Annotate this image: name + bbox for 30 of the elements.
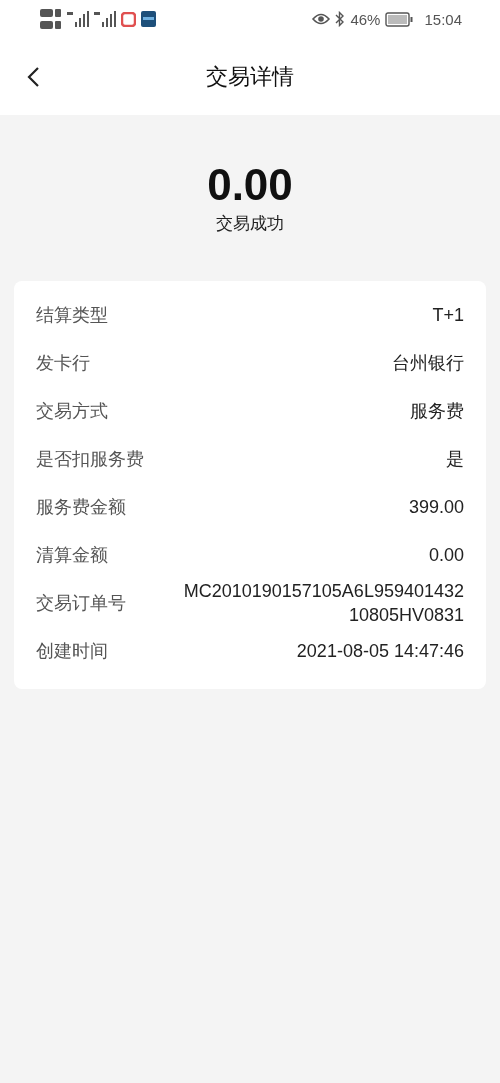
detail-value: 2021-08-05 14:47:46 [296, 640, 464, 663]
back-icon[interactable] [26, 66, 40, 88]
detail-label: 创建时间 [36, 639, 108, 663]
app-notification-icon [121, 11, 136, 27]
app-notification-icon [141, 11, 156, 27]
detail-value: 399.00 [408, 496, 464, 519]
battery-icon [385, 11, 414, 27]
detail-label: 清算金额 [36, 543, 108, 567]
detail-label: 服务费金额 [36, 495, 126, 519]
detail-label: 交易方式 [36, 399, 108, 423]
detail-value: 服务费 [410, 400, 464, 423]
detail-label: 是否扣服务费 [36, 447, 144, 471]
page-title: 交易详情 [206, 62, 294, 91]
battery-percentage: 46% [350, 10, 381, 28]
clock-time: 15:04 [424, 10, 462, 28]
signal-icon [67, 10, 89, 28]
detail-value: MC2010190157105A6L95940143210805HV0831 [182, 580, 464, 627]
detail-label: 结算类型 [36, 303, 108, 327]
transaction-status: 交易成功 [216, 212, 284, 235]
detail-value: 台州银行 [392, 352, 464, 375]
detail-value: 是 [446, 448, 464, 471]
bluetooth-icon [335, 11, 346, 27]
sim-icon [40, 7, 62, 31]
detail-value: T+1 [432, 304, 464, 327]
detail-label: 发卡行 [36, 351, 90, 375]
detail-label: 交易订单号 [36, 591, 126, 615]
eye-icon [312, 13, 331, 25]
amount: 0.00 [207, 160, 293, 210]
signal-icon [94, 10, 116, 28]
detail-value: 0.00 [428, 544, 464, 567]
